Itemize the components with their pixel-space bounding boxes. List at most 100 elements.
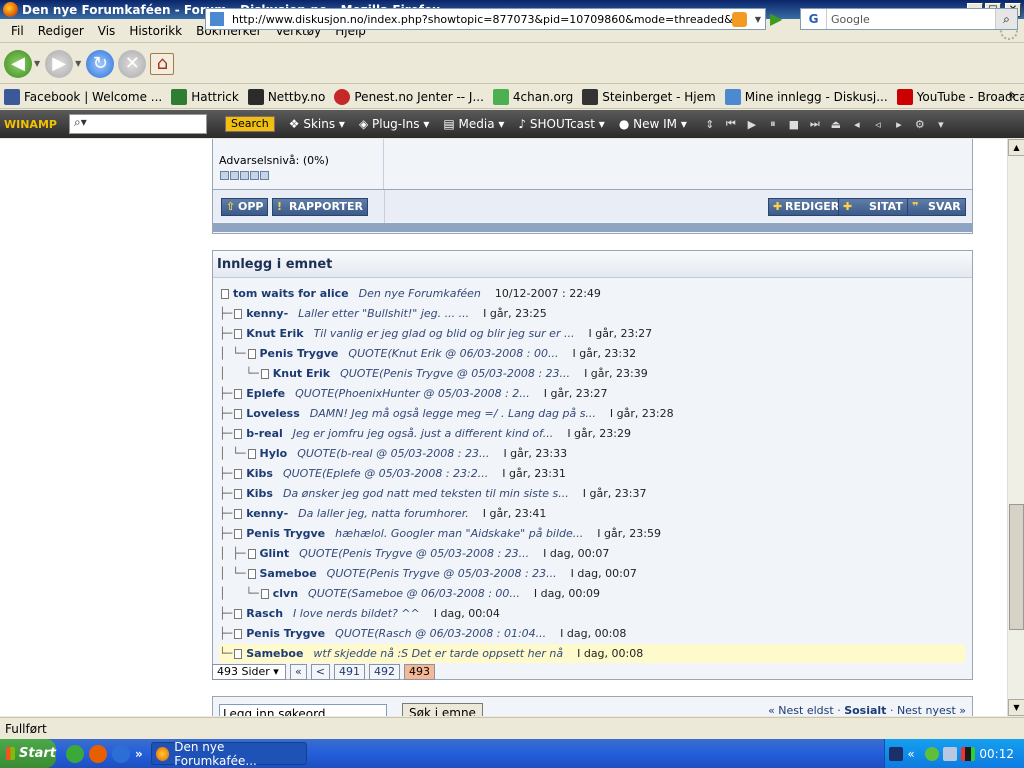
older-topic-link[interactable]: « Nest eldst <box>768 704 834 716</box>
post-author-link[interactable]: Penis Trygve <box>246 627 325 640</box>
tray-app-icon[interactable] <box>889 746 904 761</box>
report-button[interactable]: ! RAPPORTER <box>272 198 368 216</box>
thread-row[interactable]: ├─ Loveless DAMN! Jeg må også legge meg =/… <box>219 404 965 423</box>
post-excerpt-link[interactable]: QUOTE(b-real @ 05/03-2008 : 23... <box>297 447 489 460</box>
post-excerpt-link[interactable]: wtf skjedde nå :S Det er tarde oppsett h… <box>313 647 563 660</box>
winamp-newim[interactable]: ● New IM ▾ <box>619 117 687 131</box>
thread-row[interactable]: └─ Sameboe wtf skjedde nå :S Det er tarde … <box>219 644 965 663</box>
page-link-492[interactable]: 492 <box>368 664 400 680</box>
post-excerpt-link[interactable]: I love nerds bildet? ^^ <box>293 607 420 620</box>
url-bar[interactable]: http://www.diskusjon.no/index.php?showto… <box>205 8 766 30</box>
gear-icon[interactable]: ⚙ <box>911 118 929 131</box>
menu-edit[interactable]: Rediger <box>31 24 91 38</box>
play-icon[interactable]: ▶ <box>743 118 761 131</box>
chevron-right-icon[interactable]: » <box>1008 88 1016 102</box>
previous-page-link[interactable]: < <box>310 664 330 680</box>
post-excerpt-link[interactable]: Den nye Forumkaféen <box>359 287 481 300</box>
volume-icon[interactable]: ◃ <box>869 118 887 131</box>
bookmark-item[interactable]: 4chan.org <box>492 88 573 105</box>
bookmark-item[interactable]: YouTube - Broadcast... <box>896 88 1024 105</box>
thread-row[interactable]: tom waits for alice Den nye Forumkaféen 10… <box>219 284 965 303</box>
thread-row[interactable]: │ └─ Sameboe QUOTE(Penis Trygve @ 05/03-20… <box>219 564 965 583</box>
stop-icon[interactable]: ✕ <box>118 49 147 78</box>
start-button[interactable]: Start <box>0 739 56 768</box>
social-forum-link[interactable]: Sosialt <box>844 704 886 716</box>
rss-feed-icon[interactable] <box>732 11 747 27</box>
thread-row[interactable]: ├─ Penis Trygve QUOTE(Rasch @ 06/03-2008 :… <box>219 624 965 643</box>
thread-row[interactable]: ├─ kenny- Da laller jeg, natta forumhorer.… <box>219 504 965 523</box>
forward-icon[interactable]: ▶ <box>45 49 74 78</box>
next-icon[interactable]: ⏭ <box>806 117 824 131</box>
thread-row[interactable]: ├─ Kibs Da ønsker jeg god natt med teksten… <box>219 484 965 503</box>
messenger-icon[interactable] <box>925 746 940 761</box>
post-excerpt-link[interactable]: QUOTE(Knut Erik @ 06/03-2008 : 00... <box>348 347 558 360</box>
taskbar-window-firefox[interactable]: Den nye Forumkafée... <box>150 740 307 768</box>
go-icon[interactable]: ▶ <box>770 10 788 28</box>
bookmark-item[interactable]: Steinberget - Hjem <box>582 88 716 105</box>
post-excerpt-link[interactable]: QUOTE(Rasch @ 06/03-2008 : 01:04... <box>335 627 546 640</box>
bookmark-item[interactable]: Facebook | Welcome ... <box>4 88 162 105</box>
post-author-link[interactable]: Sameboe <box>246 647 303 660</box>
bookmark-item[interactable]: Mine innlegg - Diskusj... <box>724 88 888 105</box>
quote-button[interactable]: ✚ SITAT <box>838 198 908 216</box>
bookmark-item[interactable]: Hattrick <box>171 88 239 105</box>
post-excerpt-link[interactable]: Da ønsker jeg god natt med teksten til m… <box>283 487 569 500</box>
url-dropdown-icon[interactable]: ▼ <box>751 15 765 24</box>
search-bar[interactable]: G Google ⌕ <box>800 8 1018 30</box>
thread-row[interactable]: ├─ Kibs QUOTE(Eplefe @ 05/03-2008 : 23:2..… <box>219 464 965 483</box>
eject-icon[interactable]: ⏏ <box>827 118 845 131</box>
reply-button[interactable]: ❞ SVAR <box>907 198 966 216</box>
post-author-link[interactable]: Knut Erik <box>246 327 303 340</box>
post-author-link[interactable]: Knut Erik <box>273 367 330 380</box>
volume-up-icon[interactable]: ▸ <box>890 118 908 131</box>
post-author-link[interactable]: Hylo <box>260 447 288 460</box>
thread-row[interactable]: │ └─ Knut Erik QUOTE(Penis Trygve @ 05/03-… <box>219 364 965 383</box>
thread-row[interactable]: ├─ Penis Trygve hæhælol. Googler man "Aids… <box>219 524 965 543</box>
volume-down-icon[interactable]: ◂ <box>848 118 866 131</box>
post-excerpt-link[interactable]: Da laller jeg, natta forumhorer. <box>298 507 469 520</box>
scroll-down-icon[interactable]: ▼ <box>1008 699 1024 716</box>
thread-row[interactable]: │ └─ Penis Trygve QUOTE(Knut Erik @ 06/03-… <box>219 344 965 363</box>
ie-icon[interactable] <box>112 744 130 763</box>
utorrent-icon[interactable] <box>66 744 84 763</box>
winamp-shoutcast[interactable]: ♪ SHOUTcast ▾ <box>518 117 604 131</box>
post-excerpt-link[interactable]: DAMN! Jeg må også legge meg =/ . Lang da… <box>310 407 596 420</box>
bookmark-item[interactable]: Penest.no Jenter -- J... <box>334 88 484 105</box>
firefox-quicklaunch-icon[interactable] <box>89 744 107 763</box>
page-link-491[interactable]: 491 <box>333 664 365 680</box>
post-author-link[interactable]: Kibs <box>246 467 273 480</box>
post-excerpt-link[interactable]: Laller etter "Bullshit!" jeg. ... ... <box>298 307 469 320</box>
chevron-down-icon[interactable]: ▾ <box>932 118 950 131</box>
post-author-link[interactable]: b-real <box>246 427 283 440</box>
post-excerpt-link[interactable]: Til vanlig er jeg glad og blid og blir j… <box>314 327 575 340</box>
first-page-link[interactable]: « <box>290 664 307 680</box>
post-author-link[interactable]: Glint <box>260 547 290 560</box>
home-icon[interactable]: ⌂ <box>150 52 175 75</box>
post-excerpt-link[interactable]: hæhælol. Googler man "Aidskake" på bilde… <box>335 527 583 540</box>
thread-row[interactable]: │ └─ clvn QUOTE(Sameboe @ 06/03-2008 : 00.… <box>219 584 965 603</box>
back-icon[interactable]: ◀ <box>4 49 32 78</box>
post-author-link[interactable]: Kibs <box>246 487 273 500</box>
stop-media-icon[interactable]: ■ <box>785 118 803 131</box>
topic-search-button[interactable]: Søk i emne <box>402 703 483 716</box>
menu-history[interactable]: Historikk <box>122 24 189 38</box>
tray-monitor-icon[interactable] <box>961 746 976 761</box>
winamp-plugins[interactable]: ◈ Plug-Ins ▾ <box>359 117 429 131</box>
quicklaunch-chevron-icon[interactable]: » <box>135 747 143 761</box>
winamp-search-button[interactable]: Search <box>224 116 275 132</box>
post-excerpt-link[interactable]: QUOTE(Penis Trygve @ 05/03-2008 : 23... <box>327 567 557 580</box>
post-author-link[interactable]: Eplefe <box>246 387 285 400</box>
menu-view[interactable]: Vis <box>91 24 123 38</box>
post-excerpt-link[interactable]: QUOTE(Penis Trygve @ 05/03-2008 : 23... <box>299 547 529 560</box>
post-author-link[interactable]: Sameboe <box>260 567 317 580</box>
post-author-link[interactable]: kenny- <box>246 307 288 320</box>
reload-icon[interactable]: ↻ <box>86 49 115 78</box>
thread-row[interactable]: ├─ Rasch I love nerds bildet? ^^ I dag, 00:… <box>219 604 965 623</box>
post-excerpt-link[interactable]: QUOTE(Sameboe @ 06/03-2008 : 00... <box>308 587 520 600</box>
post-author-link[interactable]: Rasch <box>246 607 283 620</box>
thread-row[interactable]: │ └─ Hylo QUOTE(b-real @ 05/03-2008 : 23..… <box>219 444 965 463</box>
magnifier-icon[interactable]: ⌕ <box>995 9 1017 29</box>
post-author-link[interactable]: Penis Trygve <box>246 527 325 540</box>
newer-topic-link[interactable]: Nest nyest » <box>897 704 966 716</box>
post-excerpt-link[interactable]: Jeg er jomfru jeg også. just a different… <box>293 427 554 440</box>
